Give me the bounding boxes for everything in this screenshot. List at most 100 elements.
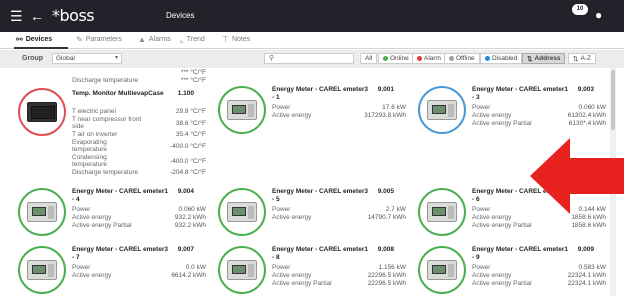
group-select-value: Global — [56, 55, 75, 62]
device-card[interactable]: Energy Meter - CAREL emeter1 - 4 9.004 P… — [14, 186, 208, 240]
filter-disabled-button[interactable]: Disabled — [480, 53, 523, 64]
device-card[interactable]: Energy Meter - CAREL emeter3 - 5 9.005 P… — [214, 186, 408, 240]
device-image — [427, 202, 457, 222]
device-image — [27, 260, 57, 280]
device-name: Temp. Monitor MultievapCase — [72, 90, 164, 97]
filter-offline-button[interactable]: Offline — [444, 53, 480, 64]
pin-icon: ⊤ — [222, 35, 229, 44]
sort-az-button[interactable]: ⇅ A-Z — [568, 53, 596, 64]
value-row: Active energy 22296.5 kWh — [272, 272, 406, 279]
group-label: Group — [22, 55, 43, 62]
value-row: Active energy 22324.1 kWh — [472, 272, 606, 279]
device-name: Energy Meter - CAREL emeter3 - 1 — [272, 86, 368, 101]
chart-icon: ⌞ — [180, 35, 184, 44]
device-values: T electric panel 29.9 °C/°F T near compre… — [72, 108, 206, 177]
device-values: Power 0.060 kW Active energy 61302.4 kWh A… — [472, 104, 606, 128]
sort-address-button[interactable]: ⇅ Address — [522, 53, 566, 64]
device-card[interactable]: Temp. Monitor MultievapCase 1.100 T elec… — [14, 88, 208, 188]
sort-icon: ⇅ — [527, 55, 533, 63]
value-row: Power 17.6 kW — [272, 104, 406, 111]
device-image — [427, 260, 457, 280]
filter-online-label: Online — [390, 55, 409, 62]
hamburger-icon[interactable]: ☰ — [10, 8, 23, 25]
red-arrow-icon — [530, 138, 624, 214]
value-row: T electric panel 29.9 °C/°F — [72, 108, 206, 115]
device-card[interactable]: Energy Meter - CAREL emeter3 - 1 9.001 P… — [214, 84, 408, 144]
device-image — [227, 260, 257, 280]
value-row: Active energy Partial 6130*.4 kWh — [472, 120, 606, 127]
devices-icon: ⚯ — [16, 35, 23, 44]
device-image — [27, 102, 57, 122]
partial-row: *** °C/°F — [180, 69, 206, 76]
device-status-ring — [18, 188, 66, 236]
value-row: Power 0.060 kW — [472, 104, 606, 111]
filter-all-label: All — [365, 55, 373, 62]
notification-badge[interactable]: 10 — [572, 4, 588, 15]
tab-parameters[interactable]: ✎ Parameters — [76, 35, 122, 44]
sort-az-icon: ⇅ — [573, 55, 579, 63]
online-dot-icon — [383, 56, 388, 61]
tab-notes-label: Notes — [231, 36, 251, 43]
value-row: Active energy Partial 1858.6 kWh — [472, 222, 606, 229]
sort-address-label: Address — [534, 55, 561, 62]
device-status-ring — [218, 188, 266, 236]
tab-trend-label: Trend — [186, 36, 205, 43]
device-status-ring — [218, 86, 266, 134]
tab-devices[interactable]: ⚯ Devices — [16, 35, 52, 44]
value-row: Power 0.0 kW — [72, 264, 206, 271]
filter-online-button[interactable]: Online — [378, 53, 414, 64]
value-row: Power 0.583 kW — [472, 264, 606, 271]
device-name: Energy Meter - CAREL emeter1 - 3 — [472, 86, 568, 101]
alarm-dot-icon — [417, 56, 422, 61]
device-id: 9.009 — [577, 246, 594, 253]
value-row: Power 0.060 kW — [72, 206, 206, 213]
tab-bar: ⚯ Devices ✎ Parameters ▲ Alarms ⌞ Trend … — [0, 32, 624, 49]
device-id: 9.003 — [577, 86, 594, 93]
device-status-ring — [418, 246, 466, 294]
tab-alarms[interactable]: ▲ Alarms — [138, 35, 171, 44]
partial-row: Discharge temperature *** °C/°F — [72, 77, 206, 84]
value-row: T air on inverter 35.4 °C/°F — [72, 131, 206, 138]
scrollbar-thumb[interactable] — [611, 70, 615, 130]
device-values: Power 17.6 kW Active energy 317293.8 kWh — [272, 104, 406, 120]
filter-all-button[interactable]: All — [360, 53, 378, 64]
partial-card-rows: *** °C/°F Discharge temperature *** °C/°F — [72, 69, 206, 85]
search-input[interactable]: ⚲ — [264, 53, 354, 64]
filter-disabled-label: Disabled — [492, 55, 518, 62]
device-values: Power 2.7 kW Active energy 14790.7 kWh — [272, 206, 406, 222]
device-image — [227, 202, 257, 222]
device-card[interactable]: Energy Meter - CAREL emeter1 - 9 9.009 P… — [414, 244, 608, 296]
offline-dot-icon — [449, 56, 454, 61]
device-image — [427, 100, 457, 120]
tab-notes[interactable]: ⊤ Notes — [222, 35, 250, 44]
device-name: Energy Meter - CAREL emeter1 - 4 — [72, 188, 168, 203]
bell-icon: ▲ — [138, 35, 146, 44]
device-card[interactable]: Energy Meter - CAREL emeter1 - 3 9.003 P… — [414, 84, 608, 144]
value-row: Active energy 932.2 kWh — [72, 214, 206, 221]
device-name: Energy Meter - CAREL emeter3 - 7 — [72, 246, 168, 261]
app-logo: *boss — [52, 6, 95, 25]
device-image — [27, 202, 57, 222]
device-card[interactable]: Energy Meter - CAREL emeter1 - 8 9.008 P… — [214, 244, 408, 296]
search-icon: ⚲ — [269, 55, 275, 62]
value-row: T near compressor front side 38.6 °C/°F — [72, 116, 206, 130]
value-row: Active energy Partial 22324.1 kWh — [472, 280, 606, 287]
filter-alarm-button[interactable]: Alarm — [412, 53, 446, 64]
tab-trend[interactable]: ⌞ Trend — [180, 35, 205, 44]
device-values: Power 0.0 kW Active energy 6614.2 kWh — [72, 264, 206, 280]
wrench-icon: ✎ — [76, 35, 83, 44]
user-icon[interactable]: ● — [595, 8, 602, 22]
value-row: Active energy 61302.4 kWh — [472, 112, 606, 119]
device-name: Energy Meter - CAREL emeter1 - 9 — [472, 246, 568, 261]
device-status-ring — [18, 88, 66, 136]
group-select[interactable]: Global ▾ — [52, 53, 122, 64]
device-status-ring — [18, 246, 66, 294]
value-row: Active energy Partial 22296.5 kWh — [272, 280, 406, 287]
filter-bar: Group Global ▾ ⚲ All Online Alarm Offlin… — [0, 50, 624, 68]
device-id: 1.100 — [177, 90, 194, 97]
device-name: Energy Meter - CAREL emeter1 - 8 — [272, 246, 368, 261]
device-card[interactable]: Energy Meter - CAREL emeter3 - 7 9.007 P… — [14, 244, 208, 296]
device-status-ring — [418, 86, 466, 134]
back-arrow-icon[interactable]: ← — [30, 8, 44, 24]
tab-alarms-label: Alarms — [148, 36, 171, 43]
